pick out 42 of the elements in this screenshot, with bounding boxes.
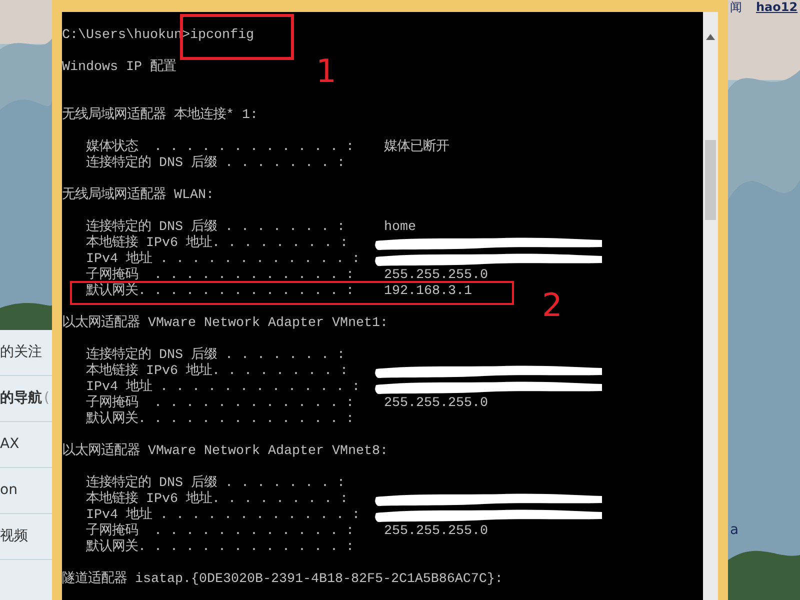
top-link[interactable]: hao12 bbox=[756, 0, 798, 14]
field-label: 连接特定的 DNS 后缀 . . . . . . . : bbox=[86, 476, 346, 491]
step-number: 2 bbox=[542, 288, 562, 322]
scroll-up-icon[interactable] bbox=[706, 34, 715, 40]
adapter-heading: 隧道适配器 isatap.{0DE3020B-2391-4B18-82F5-2C1A5B86AC7C}: bbox=[62, 572, 503, 588]
field-value: 255.255.255.0 bbox=[384, 524, 488, 540]
nav-link[interactable]: AX bbox=[0, 434, 20, 455]
field-value: home bbox=[384, 220, 416, 236]
field-value: 255.255.255.0 bbox=[384, 268, 488, 284]
field-value: 192.168.3.1 bbox=[384, 284, 472, 300]
adapter-heading: 以太网适配器 VMware Network Adapter VMnet1: bbox=[62, 316, 388, 332]
field-label: 连接特定的 DNS 后缀 . . . . . . . : bbox=[86, 156, 346, 172]
adapter-heading: 无线局域网适配器 本地连接* 1: bbox=[62, 108, 258, 124]
field-label: 默认网关. . . . . . . . . . . . . : bbox=[86, 540, 355, 556]
nav-link-count: ( bbox=[44, 389, 50, 408]
field-label: 本地链接 IPv6 地址. . . . . . . . : bbox=[86, 236, 349, 251]
text-fragment: a bbox=[730, 521, 740, 540]
field-label: 本地链接 IPv6 地址. . . . . . . . : bbox=[86, 364, 349, 379]
nav-link[interactable]: 视频 bbox=[0, 526, 28, 547]
field-label: 子网掩码 . . . . . . . . . . . . : bbox=[86, 396, 355, 411]
field-label: IPv4 地址 . . . . . . . . . . . . : bbox=[86, 252, 361, 267]
adapter-heading: 无线局域网适配器 WLAN: bbox=[62, 188, 214, 204]
adapter-heading: 以太网适配器 VMware Network Adapter VMnet8: bbox=[62, 444, 388, 460]
field-label: 默认网关. . . . . . . . . . . . . : bbox=[86, 412, 355, 428]
field-label: 连接特定的 DNS 后缀 . . . . . . . : bbox=[86, 348, 346, 363]
console-line: Windows IP 配置 bbox=[62, 60, 176, 76]
field-value: 媒体已断开 bbox=[384, 140, 449, 156]
field-label: 子网掩码 . . . . . . . . . . . . : bbox=[86, 524, 355, 539]
nav-link[interactable]: on bbox=[0, 480, 18, 501]
field-label: IPv4 地址 . . . . . . . . . . . . : bbox=[86, 380, 361, 395]
field-label: 连接特定的 DNS 后缀 . . . . . . . : bbox=[86, 220, 346, 235]
field-label: IPv4 地址 . . . . . . . . . . . . : bbox=[86, 508, 361, 523]
scroll-thumb[interactable] bbox=[705, 140, 716, 220]
field-label: 默认网关. . . . . . . . . . . . . : bbox=[86, 284, 355, 300]
field-label: 子网掩码 . . . . . . . . . . . . : bbox=[86, 268, 355, 283]
step-number: 1 bbox=[316, 54, 336, 88]
nav-link[interactable]: 的导航 bbox=[0, 388, 42, 409]
field-label: 本地链接 IPv6 地址. . . . . . . . : bbox=[86, 492, 349, 507]
field-label: 媒体状态 . . . . . . . . . . . . : bbox=[86, 140, 355, 155]
top-link[interactable]: 闻 bbox=[730, 0, 742, 14]
field-value: 255.255.255.0 bbox=[384, 396, 488, 412]
nav-link[interactable]: 的关注 bbox=[0, 342, 42, 363]
